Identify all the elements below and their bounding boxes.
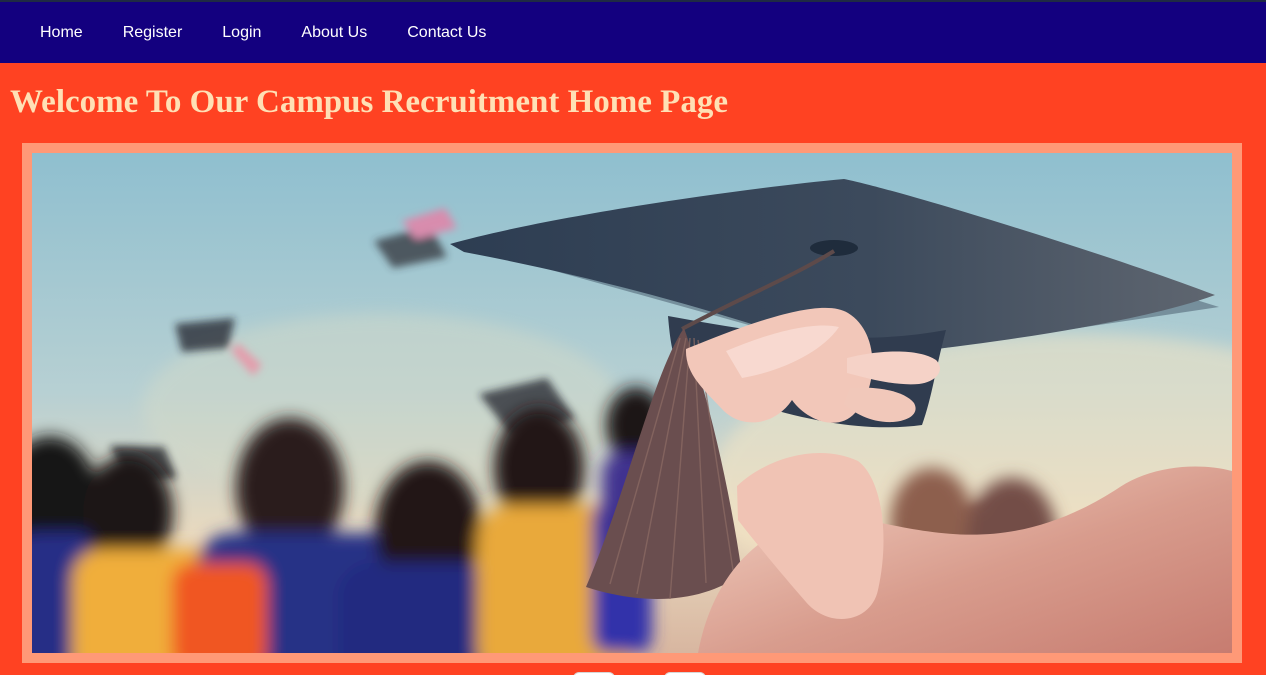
cap-button <box>810 240 858 256</box>
top-navigation-bar: Home Register Login About Us Contact Us <box>0 0 1266 63</box>
nav-list-item: Login <box>202 23 281 43</box>
nav-home-link[interactable]: Home <box>40 23 83 43</box>
nav-list-item: Contact Us <box>387 23 506 43</box>
page-title: Welcome To Our Campus Recruitment Home P… <box>10 84 728 120</box>
nav-register-link[interactable]: Register <box>123 23 183 43</box>
nav-about-us-link[interactable]: About Us <box>301 23 367 43</box>
hero-image-frame <box>22 143 1242 663</box>
navigation-list: Home Register Login About Us Contact Us <box>0 2 1266 63</box>
nav-list-item: About Us <box>281 23 387 43</box>
nav-list-item: Register <box>103 23 203 43</box>
graduation-cap-hero-image <box>32 153 1232 653</box>
nav-contact-us-link[interactable]: Contact Us <box>407 23 486 43</box>
campus-recruitment-home-page: Home Register Login About Us Contact Us … <box>0 0 1266 675</box>
nav-login-link[interactable]: Login <box>222 23 261 43</box>
nav-list-item: Home <box>20 23 103 43</box>
